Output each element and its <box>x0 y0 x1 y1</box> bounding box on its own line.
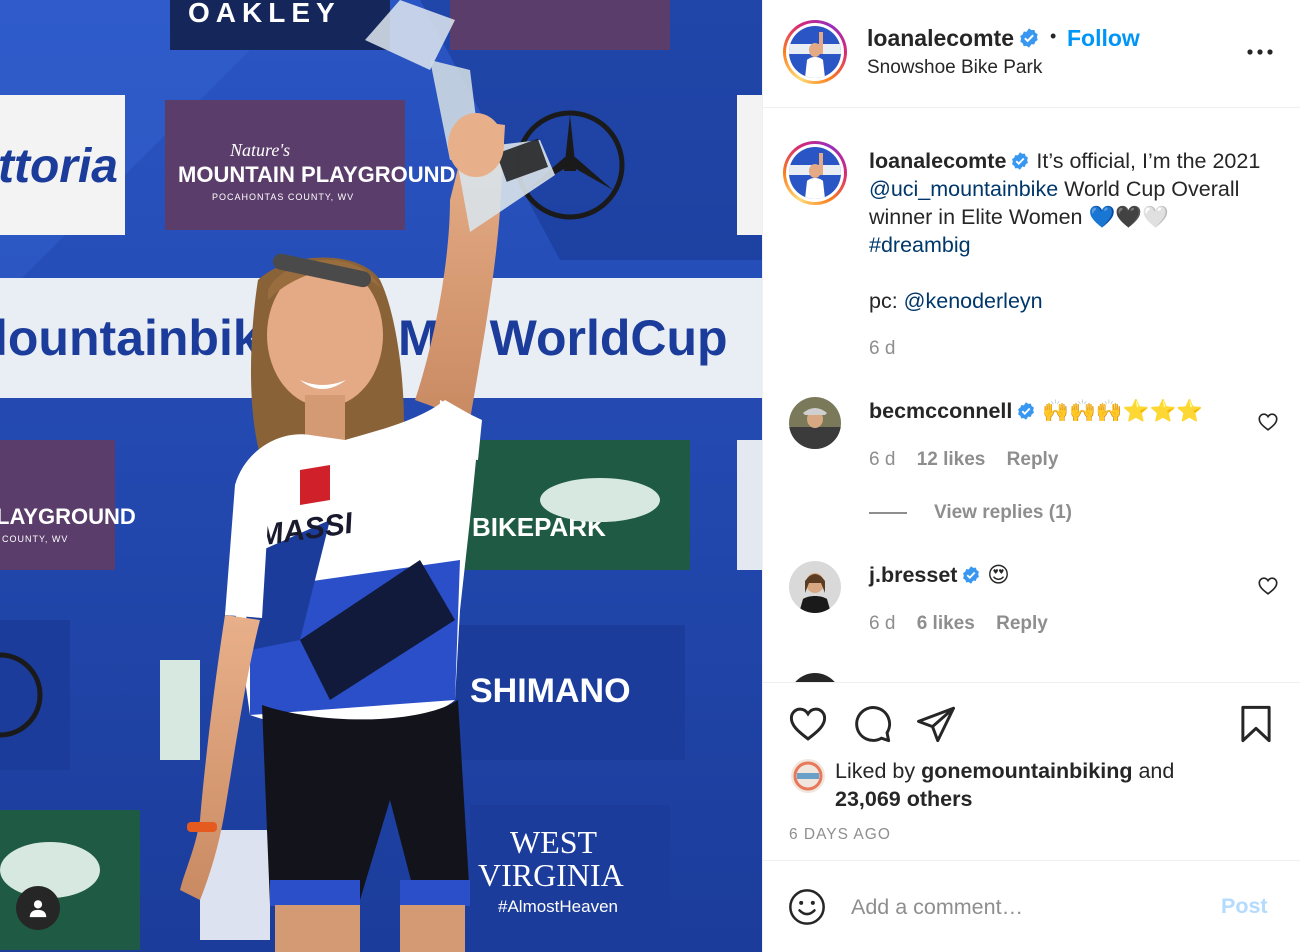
shimano-text: SHIMANO <box>470 672 631 710</box>
caption-body-1: It’s official, I’m the 2021 <box>1036 149 1261 173</box>
county-left-text: COUNTY, WV <box>2 534 68 544</box>
comment-line: j.bresset 😍 <box>869 563 1010 588</box>
tagged-people-button[interactable] <box>16 886 60 930</box>
liked-by-text: Liked by gonemountainbiking and 23,069 o… <box>835 757 1275 813</box>
almost-heaven-text: #AlmostHeaven <box>498 897 618 916</box>
comment-time[interactable]: 6 d <box>869 449 895 470</box>
mountain-playground-text: MOUNTAIN PLAYGROUND <box>178 162 455 187</box>
liked-by-middle: and <box>1132 759 1175 783</box>
author-username[interactable]: loanalecomte <box>867 25 1040 52</box>
comment-text: 😍 <box>987 563 1010 587</box>
post-details-panel: loanalecomte • Follow Snowshoe Bike Park <box>762 0 1300 952</box>
author-avatar-image <box>789 26 841 78</box>
comment-time[interactable]: 6 d <box>869 613 895 634</box>
commenter-avatar-image <box>789 397 841 449</box>
comment-icon[interactable] <box>851 703 893 745</box>
reply-button[interactable]: Reply <box>1007 449 1059 470</box>
commenter-avatar[interactable] <box>789 673 841 682</box>
caption-username[interactable]: loanalecomte <box>869 149 1006 173</box>
replies-divider <box>869 512 907 514</box>
verified-icon <box>1020 28 1038 48</box>
add-comment-bar: Post <box>763 860 1300 952</box>
comment-likes[interactable]: 6 likes <box>917 613 975 634</box>
commenter-avatar-image <box>789 561 841 613</box>
commenter-username[interactable]: becmcconnell <box>869 399 1012 423</box>
pc-prefix: pc: <box>869 289 904 313</box>
post-location[interactable]: Snowshoe Bike Park <box>867 57 1042 79</box>
photo-credit-link[interactable]: @kenoderleyn <box>904 289 1043 313</box>
heart-icon[interactable] <box>1257 411 1279 433</box>
comment-meta: 6 d 12 likes Reply <box>869 449 1074 471</box>
photo-scene: OAKLEY ttoria Nature's MOUNTAIN PLAYGROU… <box>0 0 762 952</box>
caption-text: loanalecomte It’s official, I’m the 2021… <box>869 147 1279 315</box>
share-icon[interactable] <box>915 703 957 745</box>
verified-icon <box>963 566 980 584</box>
hashtag-link[interactable]: #dreambig <box>869 233 971 257</box>
liked-by-user[interactable]: gonemountainbiking <box>921 759 1132 783</box>
worldcup-text-left: lountainbike <box>0 310 288 366</box>
header-separator: • <box>1050 26 1057 46</box>
oakley-text: OAKLEY <box>188 0 341 28</box>
playground-left-text: LAYGROUND <box>0 504 136 529</box>
caption-avatar-image <box>789 147 841 199</box>
caption-timestamp[interactable]: 6 d <box>869 338 895 360</box>
post-photo[interactable]: OAKLEY ttoria Nature's MOUNTAIN PLAYGROU… <box>0 0 762 952</box>
comment-meta: 6 d 6 likes Reply <box>869 613 1064 635</box>
liked-by-avatar[interactable] <box>791 759 825 793</box>
follow-button[interactable]: Follow <box>1067 25 1140 52</box>
verified-icon <box>1018 402 1035 420</box>
comment-line: becmcconnell 🙌🙌🙌⭐⭐⭐ <box>869 399 1203 424</box>
post-button[interactable]: Post <box>1221 894 1268 919</box>
commenter-avatar[interactable] <box>789 561 841 613</box>
more-icon[interactable] <box>1245 40 1275 64</box>
author-avatar[interactable] <box>783 20 847 84</box>
verified-icon <box>1012 152 1029 170</box>
post-actions: Liked by gonemountainbiking and 23,069 o… <box>763 682 1300 860</box>
post-header: loanalecomte • Follow Snowshoe Bike Park <box>763 0 1300 108</box>
likes-count[interactable]: 23,069 others <box>835 787 972 811</box>
pocahontas-text: POCAHONTAS COUNTY, WV <box>212 192 354 202</box>
author-username-text[interactable]: loanalecomte <box>867 25 1014 51</box>
reply-button[interactable]: Reply <box>996 613 1048 634</box>
caption-emoji: 💙🖤🤍 <box>1088 205 1169 229</box>
commenter-avatar[interactable] <box>789 397 841 449</box>
natures-text: Nature's <box>229 140 290 160</box>
view-replies-button[interactable]: View replies (1) <box>934 502 1072 524</box>
heart-icon[interactable] <box>787 703 829 745</box>
bookmark-icon[interactable] <box>1235 703 1277 745</box>
emoji-icon[interactable] <box>787 887 827 927</box>
virginia-text: VIRGINIA <box>478 857 624 893</box>
comment-text: 🙌🙌🙌⭐⭐⭐ <box>1042 399 1203 423</box>
west-text: WEST <box>510 824 598 860</box>
commenter-username[interactable]: j.bresset <box>869 563 957 587</box>
liked-by-prefix: Liked by <box>835 759 922 783</box>
mention-link[interactable]: @uci_mountainbike <box>869 177 1058 201</box>
heart-icon[interactable] <box>1257 575 1279 597</box>
comments-list[interactable]: loanalecomte It’s official, I’m the 2021… <box>763 109 1300 682</box>
comment-likes[interactable]: 12 likes <box>917 449 986 470</box>
person-icon <box>29 900 47 918</box>
caption-avatar[interactable] <box>783 141 847 205</box>
comment-input[interactable] <box>851 889 1201 925</box>
post-date[interactable]: 6 DAYS AGO <box>789 826 891 844</box>
vittoria-text: ttoria <box>0 140 118 193</box>
liked-by-avatar-image <box>791 759 825 793</box>
